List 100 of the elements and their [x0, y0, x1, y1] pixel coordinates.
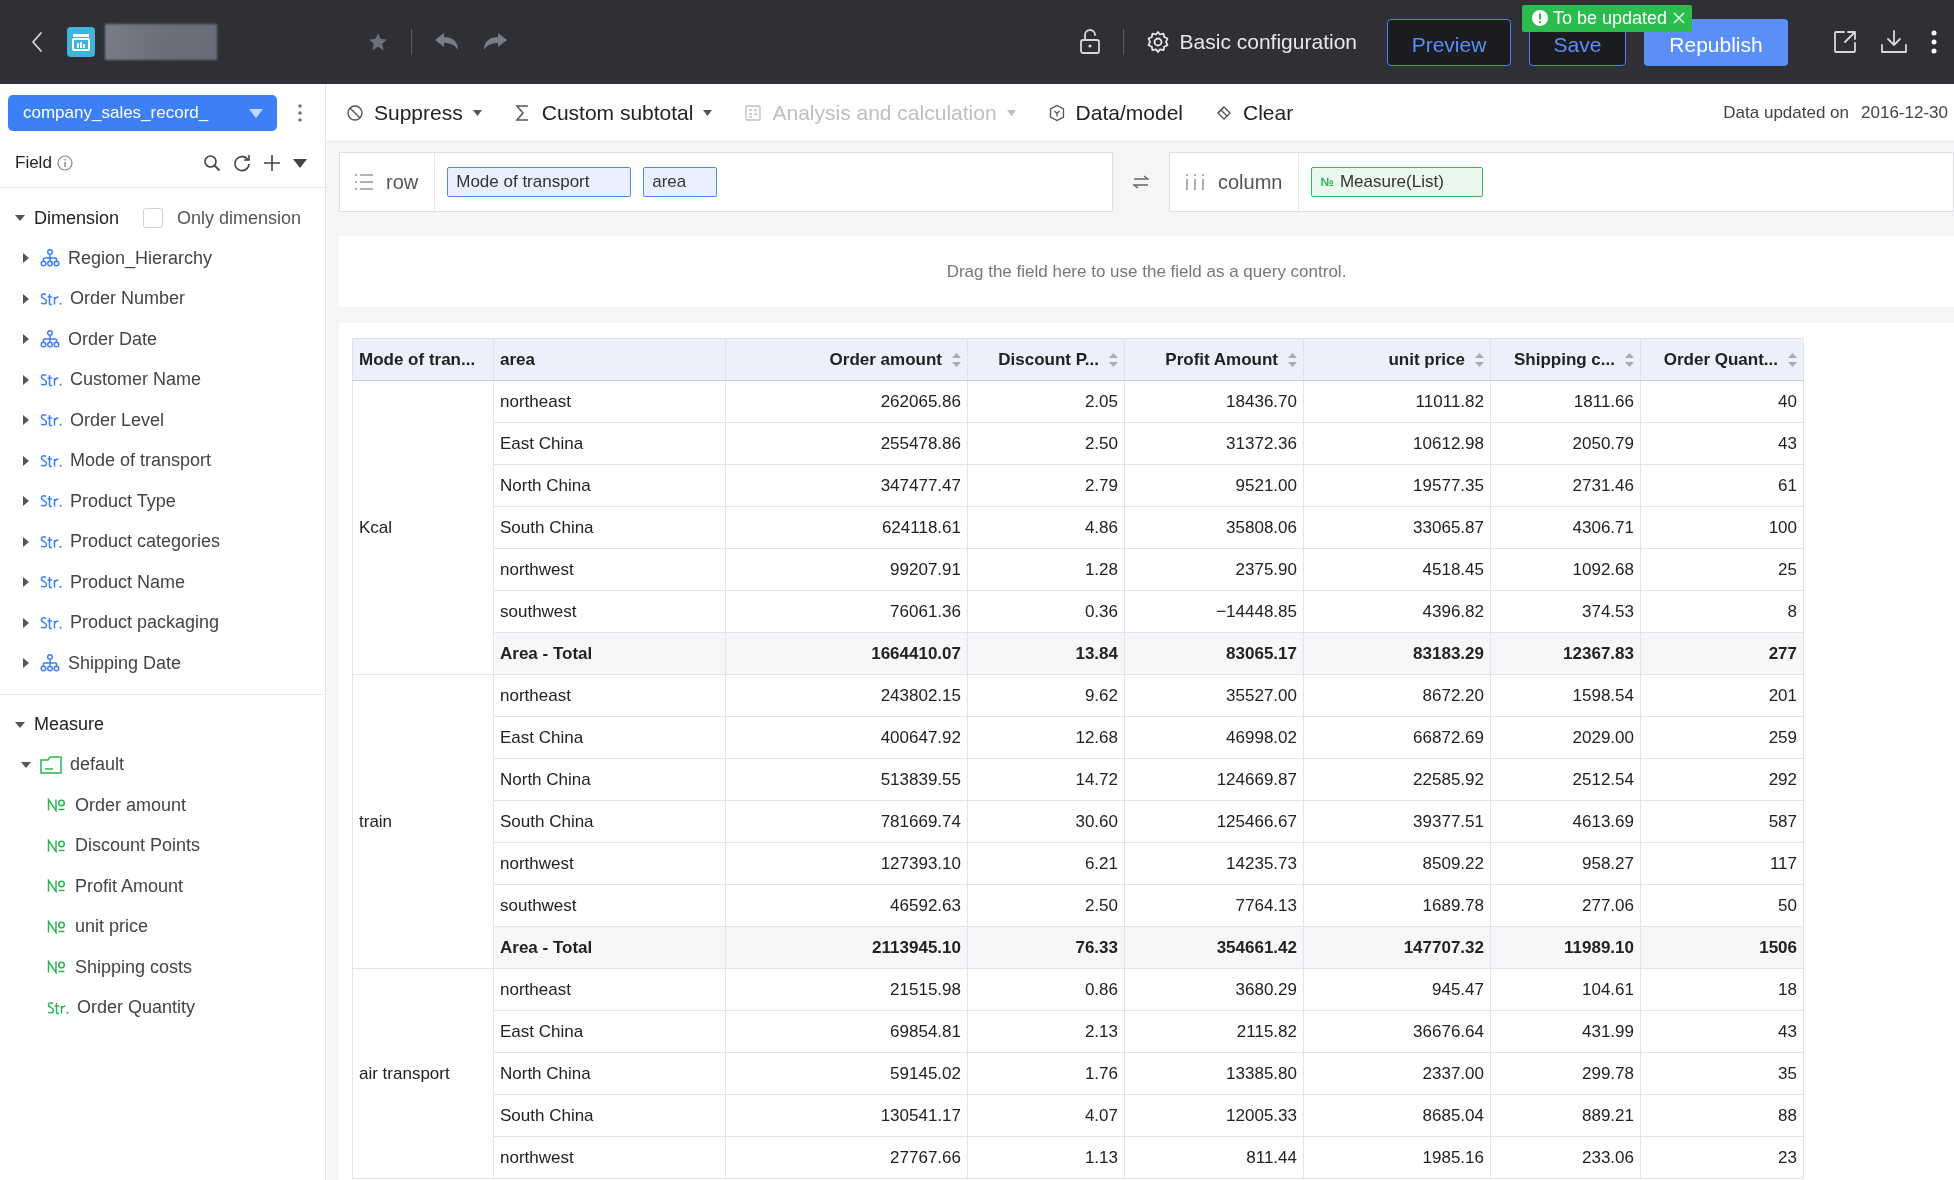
field-heading: Field: [15, 153, 52, 173]
string-type-icon: [40, 291, 62, 306]
field-item[interactable]: Customer Name: [70, 369, 202, 391]
field-item[interactable]: Product Name: [70, 571, 186, 593]
field-item[interactable]: Product Type: [70, 490, 176, 512]
column-header[interactable]: Profit Amount: [1124, 338, 1304, 381]
undo-icon[interactable]: [434, 32, 460, 52]
table-cell: 104.61: [1490, 968, 1641, 1011]
table-cell: Kcal: [352, 380, 494, 675]
string-type-icon: [40, 494, 62, 509]
field-chip[interactable]: № Measure(List): [1311, 167, 1484, 197]
dropdown-caret-icon[interactable]: [293, 158, 307, 168]
toolbar-button[interactable]: Clear: [1215, 100, 1294, 125]
field-item[interactable]: Shipping costs: [75, 956, 193, 978]
table-cell: 21515.98: [725, 968, 968, 1011]
table-cell: 1689.78: [1303, 884, 1491, 927]
table-cell: 31372.36: [1124, 422, 1304, 465]
table-cell: 587: [1640, 800, 1804, 843]
table-cell: 6.21: [967, 842, 1125, 885]
sort-icon: [1625, 352, 1634, 367]
table-cell: 8509.22: [1303, 842, 1491, 885]
table-cell: 12005.33: [1124, 1094, 1304, 1137]
table-cell: 12367.83: [1490, 632, 1641, 675]
more-icon[interactable]: [1930, 29, 1938, 55]
table-cell: northwest: [493, 548, 726, 591]
columns-icon: [1184, 173, 1206, 191]
table-cell: 14.72: [967, 758, 1125, 801]
table-cell: −14448.85: [1124, 590, 1304, 633]
sort-icon: [1109, 352, 1118, 367]
table-cell: 11011.82: [1303, 380, 1491, 423]
field-item[interactable]: Product packaging: [70, 612, 220, 634]
add-icon[interactable]: [263, 154, 281, 172]
table-cell: 4518.45: [1303, 548, 1491, 591]
field-item[interactable]: Region_Hierarchy: [68, 247, 213, 269]
table-cell: 27767.66: [725, 1136, 968, 1179]
table-cell: northwest: [493, 1136, 726, 1179]
field-item[interactable]: Shipping Date: [68, 652, 182, 674]
table-cell: southwest: [493, 590, 726, 633]
field-item[interactable]: Product categories: [70, 531, 221, 553]
table-cell: 35808.06: [1124, 506, 1304, 549]
column-header[interactable]: Order amount: [725, 338, 968, 381]
table-cell: 11989.10: [1490, 926, 1641, 969]
basic-configuration-button[interactable]: Basic configuration: [1145, 30, 1357, 54]
dropdown-caret-icon: [472, 109, 482, 116]
star-icon[interactable]: [367, 31, 389, 53]
field-item[interactable]: Discount Points: [75, 835, 201, 857]
table-cell: 124669.87: [1124, 758, 1304, 801]
table-cell: 7764.13: [1124, 884, 1304, 927]
column-header[interactable]: Discount P...: [967, 338, 1125, 381]
toolbar-button[interactable]: Data/model: [1047, 100, 1183, 125]
swap-icon[interactable]: [1133, 175, 1149, 189]
table-cell: 2.79: [967, 464, 1125, 507]
toolbar-button[interactable]: Suppress: [346, 100, 482, 125]
number-type-icon: [47, 919, 67, 934]
toolbar-button[interactable]: Custom subtotal: [513, 100, 713, 125]
table-cell: 277: [1640, 632, 1804, 675]
string-type-icon: [40, 615, 62, 630]
redo-icon[interactable]: [482, 32, 508, 52]
download-icon[interactable]: [1880, 29, 1908, 55]
column-header[interactable]: unit price: [1303, 338, 1491, 381]
table-cell: 4396.82: [1303, 590, 1491, 633]
table-cell: 2029.00: [1490, 716, 1641, 759]
field-item[interactable]: unit price: [75, 916, 149, 938]
list-icon: [354, 173, 374, 191]
update-date: 2016-12-30: [1861, 102, 1948, 123]
table-cell: 33065.87: [1303, 506, 1491, 549]
field-chip[interactable]: area: [643, 167, 718, 197]
field-item[interactable]: Profit Amount: [75, 875, 184, 897]
table-cell: 30.60: [967, 800, 1125, 843]
section-heading[interactable]: Measure: [34, 714, 105, 735]
table-cell: 76061.36: [725, 590, 968, 633]
info-icon[interactable]: [56, 155, 73, 171]
field-item[interactable]: Order Quantity: [77, 997, 196, 1019]
dataset-dropdown[interactable]: company_sales_record_: [8, 95, 277, 131]
lock-icon[interactable]: [1078, 29, 1101, 55]
field-item[interactable]: Order amount: [75, 794, 187, 816]
table-cell: 243802.15: [725, 674, 968, 717]
column-header[interactable]: Order Quant...: [1640, 338, 1804, 381]
table-cell: 10612.98: [1303, 422, 1491, 465]
table-cell: 50: [1640, 884, 1804, 927]
table-cell: 59145.02: [725, 1052, 968, 1095]
action-button[interactable]: Preview: [1387, 18, 1511, 66]
refresh-icon[interactable]: [233, 154, 251, 172]
section-heading[interactable]: Dimension: [34, 207, 120, 229]
column-header[interactable]: Shipping c...: [1490, 338, 1641, 381]
share-icon[interactable]: [1832, 29, 1858, 55]
field-item[interactable]: Mode of transport: [70, 450, 212, 472]
field-chip[interactable]: Mode of transport: [447, 167, 632, 197]
field-item[interactable]: Order Level: [70, 409, 165, 431]
table-cell: 2.50: [967, 422, 1125, 465]
table-cell: 127393.10: [725, 842, 968, 885]
table-cell: 46998.02: [1124, 716, 1304, 759]
search-icon[interactable]: [203, 154, 221, 172]
back-icon[interactable]: [30, 31, 44, 53]
field-item[interactable]: Order Date: [68, 328, 158, 350]
checkbox[interactable]: [143, 208, 164, 228]
table-cell: 22585.92: [1303, 758, 1491, 801]
table-cell: 39377.51: [1303, 800, 1491, 843]
field-item[interactable]: Order Number: [70, 288, 186, 310]
field-item[interactable]: default: [70, 754, 125, 776]
